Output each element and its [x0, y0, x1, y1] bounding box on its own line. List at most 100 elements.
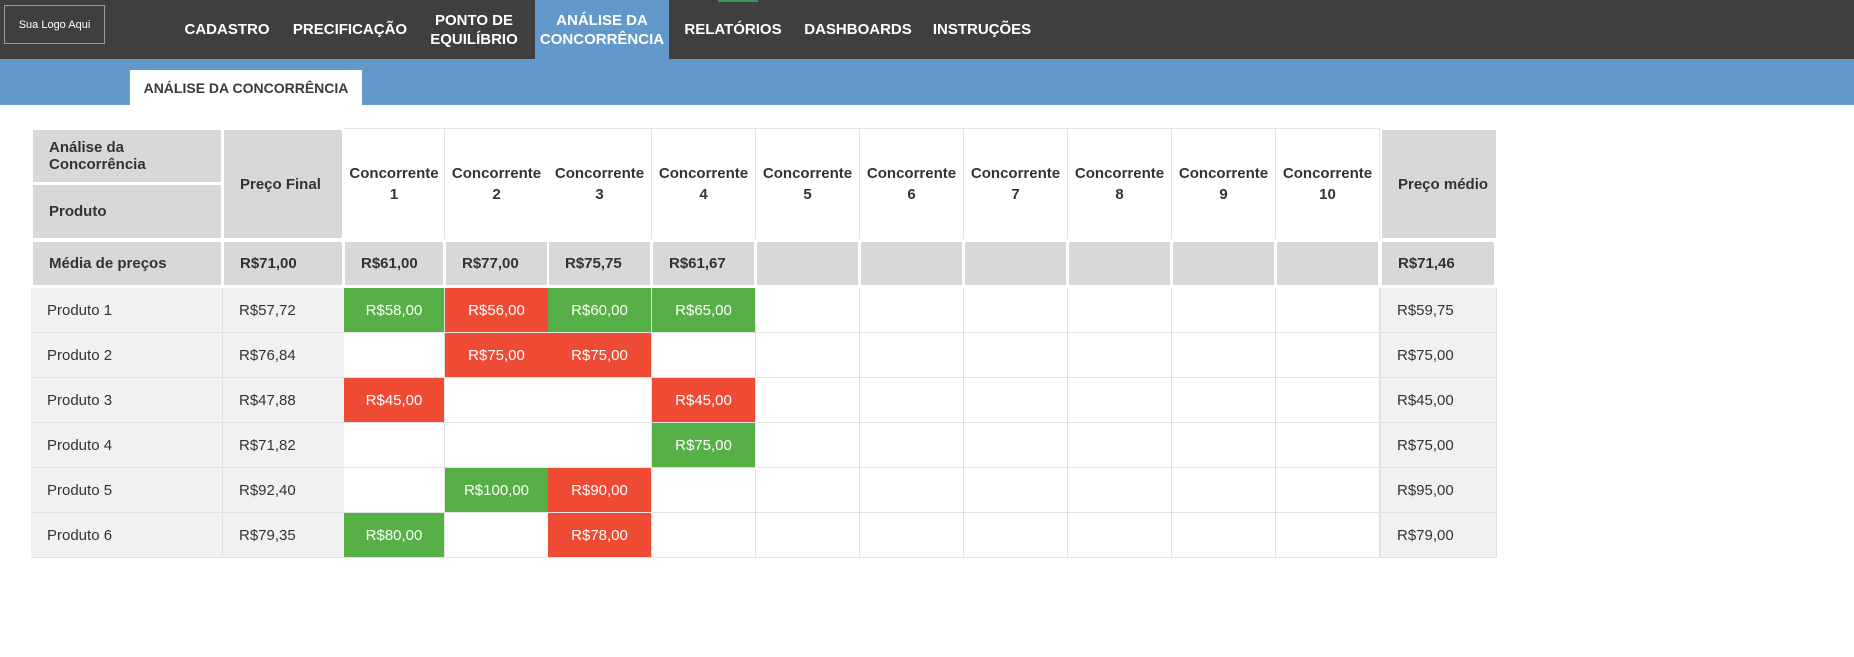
competitor-price-cell[interactable]: R$75,00: [652, 423, 756, 468]
competitor-price-cell[interactable]: [756, 333, 860, 378]
competitor-price-cell[interactable]: [1068, 378, 1172, 423]
competitor-price-cell[interactable]: [1068, 513, 1172, 558]
competitor-price-cell[interactable]: [1276, 513, 1380, 558]
competitor-price-cell[interactable]: R$80,00: [344, 513, 445, 558]
competitor-price-cell[interactable]: [860, 423, 964, 468]
competitor-price-cell[interactable]: R$100,00: [445, 468, 549, 513]
header-concorrente-9: Concorrente 9: [1172, 128, 1276, 239]
product-avg-price: R$75,00: [1380, 333, 1497, 378]
competitor-price-cell[interactable]: [344, 333, 445, 378]
product-name: Produto 6: [31, 513, 222, 558]
mean-row-avg: R$71,46: [1382, 242, 1494, 285]
competitor-price-cell[interactable]: [1068, 288, 1172, 333]
mean-row-concorrente-5: [757, 242, 858, 285]
competitor-price-cell[interactable]: [1276, 378, 1380, 423]
mean-row-concorrente-10: [1277, 242, 1378, 285]
competitor-price-cell[interactable]: [964, 423, 1068, 468]
header-preco-medio: Preço médio: [1382, 130, 1496, 238]
nav-ponto-de-equilibrio[interactable]: PONTO DE EQUILÍBRIO: [423, 0, 525, 59]
competitor-price-cell[interactable]: [1172, 468, 1276, 513]
corner-header-produto: Produto: [33, 185, 221, 238]
competitor-price-cell[interactable]: [860, 378, 964, 423]
product-avg-price: R$79,00: [1380, 513, 1497, 558]
mean-row-final: R$71,00: [224, 242, 342, 285]
competitor-price-cell[interactable]: [860, 468, 964, 513]
competitor-price-cell[interactable]: [1172, 288, 1276, 333]
competitor-price-cell[interactable]: [756, 288, 860, 333]
competitor-price-cell[interactable]: [1068, 423, 1172, 468]
competitor-price-cell[interactable]: [756, 378, 860, 423]
competitor-price-cell[interactable]: [1172, 513, 1276, 558]
nav-instrucoes[interactable]: INSTRUÇÕES: [927, 0, 1037, 59]
nav-relatorios[interactable]: RELATÓRIOS: [680, 0, 786, 59]
mean-row-concorrente-3: R$75,75: [549, 242, 650, 285]
mean-row-label: Média de preços: [33, 242, 221, 285]
competitor-price-cell[interactable]: [1276, 333, 1380, 378]
nav-analise-da-concorrencia[interactable]: ANÁLISE DA CONCORRÊNCIA: [535, 0, 669, 59]
competitor-price-cell[interactable]: [652, 468, 756, 513]
competitor-price-cell[interactable]: R$45,00: [652, 378, 756, 423]
product-final-price: R$76,84: [222, 333, 344, 378]
product-final-price: R$47,88: [222, 378, 344, 423]
competitor-price-cell[interactable]: [1172, 333, 1276, 378]
mean-row-concorrente-7: [965, 242, 1066, 285]
competitor-price-cell[interactable]: [860, 333, 964, 378]
competitor-price-cell[interactable]: [964, 288, 1068, 333]
competitor-price-cell[interactable]: [1068, 468, 1172, 513]
header-concorrente-10: Concorrente 10: [1276, 128, 1380, 239]
header-concorrente-4: Concorrente 4: [652, 128, 756, 239]
competitor-price-cell[interactable]: R$75,00: [548, 333, 652, 378]
competitor-price-cell[interactable]: [548, 378, 652, 423]
competitor-price-cell[interactable]: R$45,00: [344, 378, 445, 423]
competitor-price-cell[interactable]: R$58,00: [344, 288, 445, 333]
mean-row-concorrente-1: R$61,00: [345, 242, 443, 285]
competitor-price-cell[interactable]: [1068, 333, 1172, 378]
product-name: Produto 3: [31, 378, 222, 423]
competitor-price-cell[interactable]: [1172, 423, 1276, 468]
competitor-price-cell[interactable]: [756, 513, 860, 558]
competitor-price-cell[interactable]: [652, 333, 756, 378]
product-name: Produto 4: [31, 423, 222, 468]
competitor-price-cell[interactable]: [964, 468, 1068, 513]
header-preco-final: Preço Final: [224, 130, 342, 238]
nav-dashboards[interactable]: DASHBOARDS: [800, 0, 916, 59]
competitor-price-cell[interactable]: [964, 333, 1068, 378]
header-concorrente-1: Concorrente 1: [344, 128, 445, 239]
competitor-price-cell[interactable]: R$60,00: [548, 288, 652, 333]
competitor-price-cell[interactable]: [344, 468, 445, 513]
competitor-price-cell[interactable]: R$78,00: [548, 513, 652, 558]
product-avg-price: R$95,00: [1380, 468, 1497, 513]
competitor-price-cell[interactable]: [860, 288, 964, 333]
competitor-price-cell[interactable]: R$65,00: [652, 288, 756, 333]
mean-row-concorrente-4: R$61,67: [653, 242, 754, 285]
header-concorrente-7: Concorrente 7: [964, 128, 1068, 239]
header-concorrente-3: Concorrente 3: [548, 128, 652, 239]
competitor-price-cell[interactable]: [1276, 468, 1380, 513]
competitor-price-cell[interactable]: [964, 513, 1068, 558]
competitor-price-cell[interactable]: [652, 513, 756, 558]
product-final-price: R$57,72: [222, 288, 344, 333]
header-concorrente-2: Concorrente 2: [445, 128, 549, 239]
competitor-price-cell[interactable]: [445, 423, 549, 468]
product-final-price: R$92,40: [222, 468, 344, 513]
competitor-price-cell[interactable]: R$56,00: [445, 288, 549, 333]
competitor-price-cell[interactable]: [1172, 378, 1276, 423]
competitor-price-cell[interactable]: [344, 423, 445, 468]
competitor-price-cell[interactable]: [548, 423, 652, 468]
competitor-price-cell[interactable]: [756, 423, 860, 468]
competitor-price-cell[interactable]: R$90,00: [548, 468, 652, 513]
subtab-analise-concorrencia[interactable]: ANÁLISE DA CONCORRÊNCIA: [130, 70, 362, 105]
competitor-price-cell[interactable]: [445, 378, 549, 423]
competitor-price-cell[interactable]: [964, 378, 1068, 423]
competitor-price-cell[interactable]: [756, 468, 860, 513]
competitor-price-cell[interactable]: [1276, 423, 1380, 468]
nav-cadastro[interactable]: CADASTRO: [175, 0, 279, 59]
nav-precificacao[interactable]: PRECIFICAÇÃO: [288, 0, 412, 59]
product-avg-price: R$75,00: [1380, 423, 1497, 468]
corner-header-analise: Análise da Concorrência: [33, 130, 221, 182]
product-final-price: R$71,82: [222, 423, 344, 468]
competitor-price-cell[interactable]: [860, 513, 964, 558]
competitor-price-cell[interactable]: [1276, 288, 1380, 333]
competitor-price-cell[interactable]: R$75,00: [445, 333, 549, 378]
competitor-price-cell[interactable]: [445, 513, 549, 558]
